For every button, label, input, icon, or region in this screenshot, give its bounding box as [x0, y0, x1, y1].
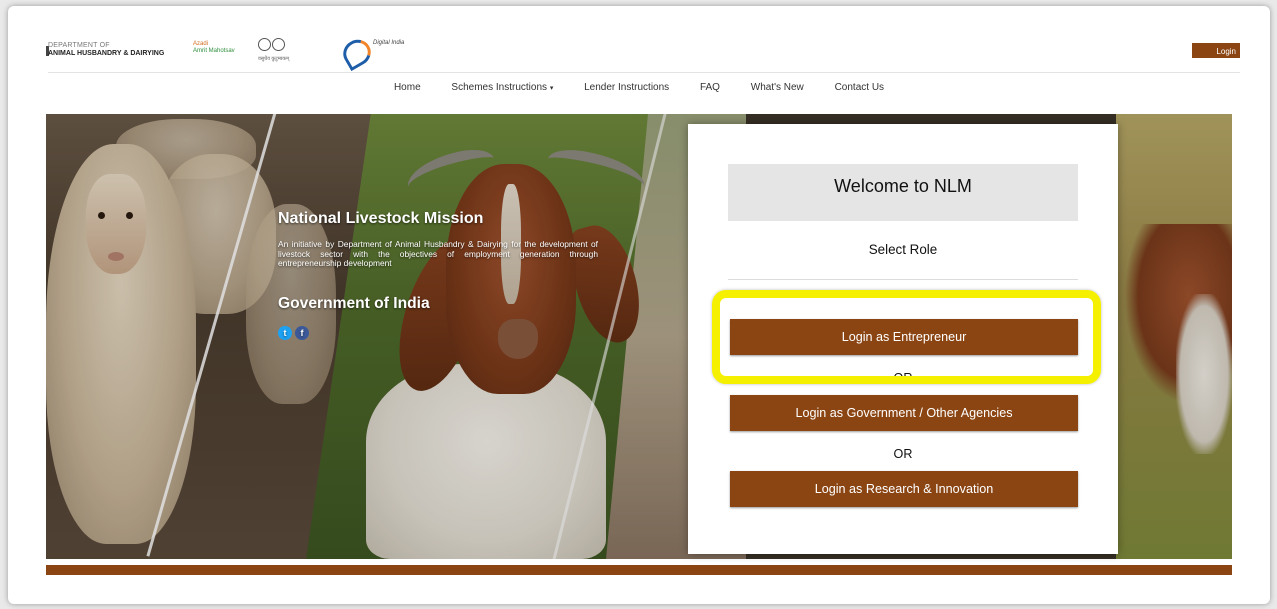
- azadi-line-2: Amrit Mahotsav: [193, 48, 235, 54]
- facebook-icon[interactable]: f: [295, 325, 309, 340]
- nav-schemes-label: Schemes Instructions: [451, 82, 548, 93]
- login-research-button[interactable]: Login as Research & Innovation: [730, 471, 1078, 507]
- hero-subtitle: Government of India: [278, 294, 430, 312]
- role-divider: [728, 279, 1078, 280]
- footer-strip: [46, 565, 1232, 575]
- header-divider: [48, 72, 1240, 73]
- or-separator: OR: [893, 447, 913, 461]
- hero-text: National Livestock Mission An initiative…: [278, 210, 598, 341]
- dept-line-2: ANIMAL HUSBANDRY & DAIRYING: [48, 50, 165, 57]
- dept-line-1: DEPARTMENT OF: [48, 42, 110, 49]
- digital-india-icon: [338, 34, 376, 72]
- login-government-button[interactable]: Login as Government / Other Agencies: [730, 395, 1078, 431]
- nav-lender-instructions[interactable]: Lender Instructions: [584, 82, 669, 93]
- login-button[interactable]: Login: [1192, 43, 1240, 58]
- azadi-logo: Azadi Amrit Mahotsav: [193, 41, 235, 55]
- department-logo[interactable]: DEPARTMENT OF ANIMAL HUSBANDRY & DAIRYIN…: [48, 42, 164, 58]
- highlight-box: [712, 290, 1101, 384]
- digital-india-logo: Digital India: [338, 34, 405, 72]
- nav-whats-new[interactable]: What's New: [751, 82, 804, 93]
- azadi-line-1: Azadi: [193, 41, 209, 47]
- social-links: tf: [278, 323, 598, 341]
- g20-circle-icon: [258, 38, 271, 51]
- main-nav: Home Schemes Instructions ▾ Lender Instr…: [8, 82, 1270, 93]
- nav-contact-us[interactable]: Contact Us: [835, 82, 884, 93]
- nav-home[interactable]: Home: [394, 82, 421, 93]
- nav-schemes-instructions[interactable]: Schemes Instructions ▾: [451, 82, 553, 93]
- welcome-heading: Welcome to NLM: [728, 164, 1078, 221]
- hero-title: National Livestock Mission: [278, 210, 484, 227]
- g20-text: वसुधैव कुटुम्बकम्: [258, 56, 290, 62]
- chevron-down-icon: ▾: [549, 85, 554, 92]
- g20-logo: वसुधैव कुटुम्बकम्: [258, 38, 289, 62]
- g20-circle-icon: [272, 38, 285, 51]
- twitter-icon[interactable]: t: [278, 325, 292, 340]
- nav-faq[interactable]: FAQ: [700, 82, 720, 93]
- digital-india-text: Digital India: [373, 40, 405, 46]
- select-role-label: Select Role: [868, 242, 938, 257]
- hero-description: An initiative by Department of Animal Hu…: [278, 239, 598, 269]
- browser-frame: DEPARTMENT OF ANIMAL HUSBANDRY & DAIRYIN…: [8, 6, 1270, 604]
- top-header: DEPARTMENT OF ANIMAL HUSBANDRY & DAIRYIN…: [8, 6, 1270, 72]
